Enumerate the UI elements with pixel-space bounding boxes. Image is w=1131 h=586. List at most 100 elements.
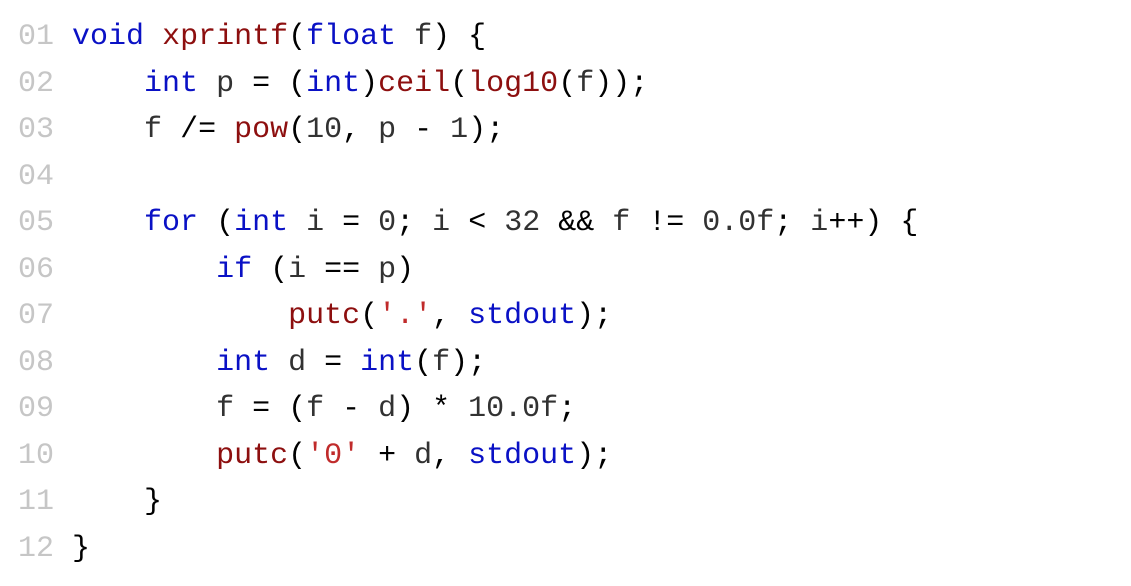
code-token: [288, 206, 306, 240]
line-number: 04: [18, 160, 54, 194]
code-token: xprintf: [162, 20, 288, 54]
code-block: 01 void xprintf(float f) {02 int p = (in…: [0, 0, 1131, 586]
code-token: '0': [306, 439, 360, 473]
code-token: '.': [378, 299, 432, 333]
code-token: p: [216, 67, 234, 101]
code-token: 1: [450, 113, 468, 147]
code-line: 07 putc('.', stdout);: [18, 293, 1113, 340]
line-number: 11: [18, 485, 54, 519]
code-token: i: [288, 253, 306, 287]
code-token: ,: [342, 113, 378, 147]
code-token: (: [198, 206, 234, 240]
line-number: 10: [18, 439, 54, 473]
code-line: 08 int d = int(f);: [18, 340, 1113, 387]
line-number: 05: [18, 206, 54, 240]
code-token: p: [378, 113, 396, 147]
code-line: 06 if (i == p): [18, 247, 1113, 294]
code-token: &&: [540, 206, 612, 240]
code-token: [270, 346, 288, 380]
code-token: [72, 299, 288, 333]
line-number: 01: [18, 20, 54, 54]
code-token: ): [396, 253, 414, 287]
code-token: f: [576, 67, 594, 101]
code-token: for: [144, 206, 198, 240]
code-token: 10.0f: [468, 392, 558, 426]
code-token: 0: [378, 206, 396, 240]
code-token: ) {: [432, 20, 486, 54]
code-token: -: [396, 113, 450, 147]
code-token: ,: [432, 439, 468, 473]
line-number: 06: [18, 253, 54, 287]
code-token: ;: [774, 206, 810, 240]
code-token: 32: [504, 206, 540, 240]
code-token: p: [378, 253, 396, 287]
code-token: ;: [558, 392, 576, 426]
code-token: ==: [306, 253, 378, 287]
code-token: int: [216, 346, 270, 380]
code-token: 10: [306, 113, 342, 147]
code-line: 10 putc('0' + d, stdout);: [18, 433, 1113, 480]
code-token: [72, 206, 144, 240]
line-number: 03: [18, 113, 54, 147]
code-token: log10: [468, 67, 558, 101]
code-token: );: [576, 439, 612, 473]
code-token: ++) {: [828, 206, 918, 240]
code-token: float: [306, 20, 396, 54]
code-token: i: [306, 206, 324, 240]
code-token: [144, 20, 162, 54]
code-token: f: [612, 206, 630, 240]
code-token: d: [288, 346, 306, 380]
code-token: [72, 346, 216, 380]
code-line: 04: [18, 154, 1113, 201]
code-token: (: [288, 20, 306, 54]
code-token: (: [450, 67, 468, 101]
line-number: 08: [18, 346, 54, 380]
code-line: 02 int p = (int)ceil(log10(f));: [18, 61, 1113, 108]
code-line: 01 void xprintf(float f) {: [18, 14, 1113, 61]
code-token: (: [288, 113, 306, 147]
code-token: }: [72, 485, 162, 519]
code-token: d: [414, 439, 432, 473]
code-token: int: [144, 67, 198, 101]
line-number: 02: [18, 67, 54, 101]
code-token: i: [810, 206, 828, 240]
code-token: );: [576, 299, 612, 333]
code-token: (: [288, 439, 306, 473]
code-token: stdout: [468, 299, 576, 333]
code-token: putc: [216, 439, 288, 473]
code-line: 09 f = (f - d) * 10.0f;: [18, 386, 1113, 433]
code-token: [72, 392, 216, 426]
code-token: /=: [162, 113, 234, 147]
code-token: ceil: [378, 67, 450, 101]
code-line: 12 }: [18, 526, 1113, 573]
code-token: int: [360, 346, 414, 380]
code-token: <: [450, 206, 504, 240]
code-token: i: [432, 206, 450, 240]
code-token: (: [252, 253, 288, 287]
code-token: [198, 67, 216, 101]
code-line: 11 }: [18, 479, 1113, 526]
line-number: 09: [18, 392, 54, 426]
code-token: stdout: [468, 439, 576, 473]
code-token: !=: [630, 206, 702, 240]
code-token: if: [216, 253, 252, 287]
code-token: [72, 439, 216, 473]
code-line: 05 for (int i = 0; i < 32 && f != 0.0f; …: [18, 200, 1113, 247]
code-token: );: [468, 113, 504, 147]
code-token: ) *: [396, 392, 468, 426]
code-token: f: [144, 113, 162, 147]
code-token: putc: [288, 299, 360, 333]
code-token: void: [72, 20, 144, 54]
code-token: int: [306, 67, 360, 101]
code-token: [72, 253, 216, 287]
code-token: ): [360, 67, 378, 101]
code-token: );: [450, 346, 486, 380]
code-token: ));: [594, 67, 648, 101]
code-token: (: [360, 299, 378, 333]
code-token: = (: [234, 392, 306, 426]
code-token: (: [558, 67, 576, 101]
code-token: -: [324, 392, 378, 426]
code-token: ;: [396, 206, 432, 240]
code-line: 03 f /= pow(10, p - 1);: [18, 107, 1113, 154]
code-token: +: [360, 439, 414, 473]
